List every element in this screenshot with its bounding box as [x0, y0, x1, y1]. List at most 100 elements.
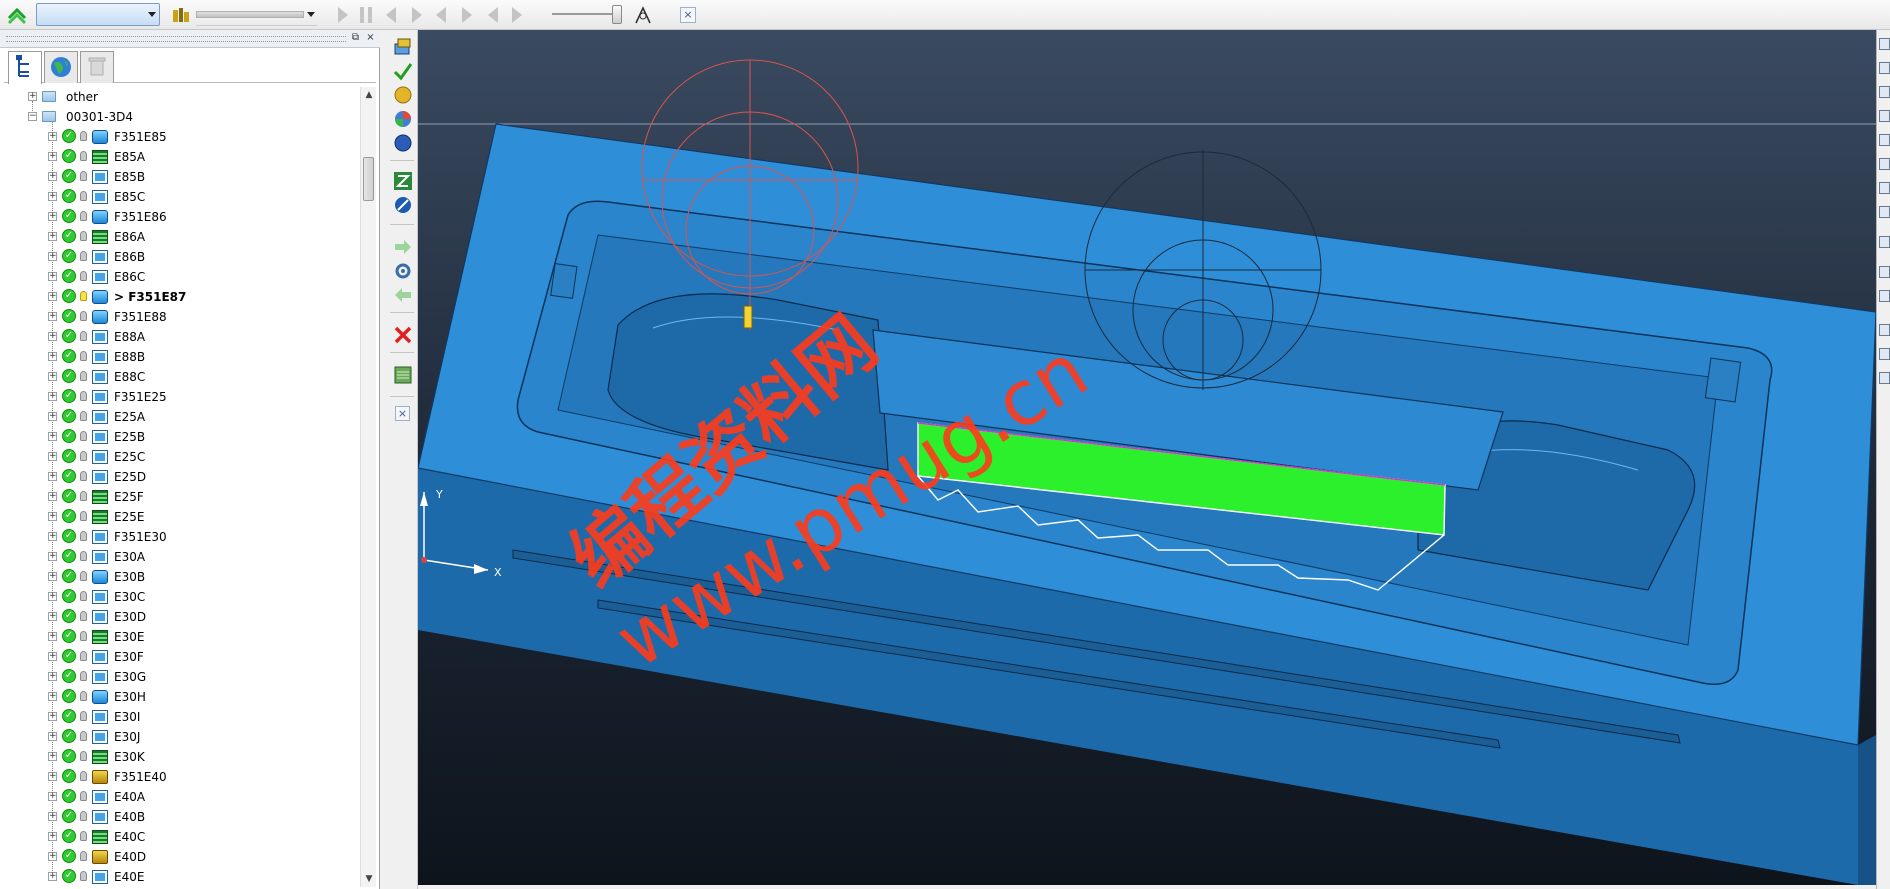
tree-row[interactable]: + ✓ E40D: [4, 847, 360, 867]
mold-scene[interactable]: Y X 编程资料网 www.pmug.cn: [418, 30, 1876, 885]
visibility-bulb-icon[interactable]: [80, 551, 87, 561]
tree-row[interactable]: + ✓ E40A: [4, 787, 360, 807]
tree-row[interactable]: + ✓ E85C: [4, 187, 360, 207]
panel-float-button[interactable]: ⧉: [349, 32, 362, 45]
visibility-bulb-icon[interactable]: [80, 571, 87, 581]
sphere-blue-icon[interactable]: [392, 132, 414, 154]
tree-row[interactable]: + ✓ F351E88: [4, 307, 360, 327]
graphics-viewport[interactable]: Y X 编程资料网 www.pmug.cn: [418, 30, 1876, 885]
visibility-bulb-icon[interactable]: [80, 311, 87, 321]
expand-toggle-icon[interactable]: +: [48, 652, 57, 661]
tree-row[interactable]: + ✓ E30I: [4, 707, 360, 727]
tree-row[interactable]: + ✓ E30C: [4, 587, 360, 607]
tab-recycle[interactable]: [80, 51, 114, 83]
visibility-bulb-icon[interactable]: [80, 771, 87, 781]
visibility-bulb-icon[interactable]: [80, 791, 87, 801]
expand-toggle-icon[interactable]: +: [48, 452, 57, 461]
sphere-gold-icon[interactable]: [392, 84, 414, 106]
tree-row[interactable]: + ✓ F351E30: [4, 527, 360, 547]
visibility-bulb-icon[interactable]: [80, 451, 87, 461]
tree-row[interactable]: + ✓ E86A: [4, 227, 360, 247]
visibility-bulb-icon[interactable]: [80, 811, 87, 821]
view-right-icon[interactable]: [1879, 110, 1890, 122]
expand-toggle-icon[interactable]: +: [48, 532, 57, 541]
list-icon[interactable]: [392, 364, 414, 386]
expand-toggle-icon[interactable]: +: [48, 672, 57, 681]
expand-toggle-icon[interactable]: +: [48, 312, 57, 321]
shade-icon[interactable]: [1879, 236, 1890, 248]
expand-toggle-icon[interactable]: +: [48, 712, 57, 721]
stock-icon[interactable]: [392, 36, 414, 58]
visibility-bulb-icon[interactable]: [80, 611, 87, 621]
tree-row[interactable]: + ✓ E86B: [4, 247, 360, 267]
tree-row[interactable]: + ✓ E40E: [4, 867, 360, 887]
zoom-fit-icon[interactable]: [1879, 206, 1890, 218]
visibility-bulb-icon[interactable]: [80, 831, 87, 841]
expand-toggle-icon[interactable]: +: [28, 92, 37, 101]
tree-row[interactable]: + ✓ E25C: [4, 447, 360, 467]
expand-toggle-icon[interactable]: +: [48, 152, 57, 161]
visibility-bulb-icon[interactable]: [80, 251, 87, 261]
tree-row[interactable]: + ✓ E30G: [4, 667, 360, 687]
simulation-select[interactable]: [196, 3, 318, 26]
tree-row[interactable]: + ✓ E88B: [4, 347, 360, 367]
arrow-right-icon[interactable]: [392, 236, 414, 258]
expand-toggle-icon[interactable]: +: [48, 692, 57, 701]
tree-row[interactable]: + ✓ E30H: [4, 687, 360, 707]
expand-toggle-icon[interactable]: +: [48, 392, 57, 401]
view-iso-icon[interactable]: [1879, 38, 1890, 50]
wireframe-icon[interactable]: [1879, 266, 1890, 278]
strip-close-button[interactable]: ×: [395, 406, 410, 421]
panel-grip[interactable]: [6, 36, 346, 42]
play-icon[interactable]: [338, 7, 348, 23]
tree-row[interactable]: + ✓ E25E: [4, 507, 360, 527]
grid-icon[interactable]: [1879, 290, 1890, 302]
z-height-icon[interactable]: [392, 170, 414, 192]
visibility-bulb-icon[interactable]: [80, 591, 87, 601]
tree-row[interactable]: + ✓ E30A: [4, 547, 360, 567]
scroll-up-icon[interactable]: ▲: [361, 87, 377, 103]
expand-toggle-icon[interactable]: +: [48, 192, 57, 201]
expand-toggle-icon[interactable]: +: [48, 552, 57, 561]
visibility-bulb-icon[interactable]: [80, 511, 87, 521]
expand-toggle-icon[interactable]: +: [48, 852, 57, 861]
visibility-bulb-icon[interactable]: [80, 231, 87, 241]
arrow-left-icon[interactable]: [392, 284, 414, 306]
section-icon[interactable]: [1879, 324, 1890, 336]
expand-toggle-icon[interactable]: +: [48, 292, 57, 301]
expand-toggle-icon[interactable]: +: [48, 232, 57, 241]
visibility-bulb-icon[interactable]: [80, 471, 87, 481]
visibility-bulb-icon[interactable]: [80, 131, 87, 141]
go-start-icon[interactable]: [488, 7, 498, 23]
tree-row[interactable]: + ✓ E30F: [4, 647, 360, 667]
visibility-bulb-icon[interactable]: [80, 751, 87, 761]
tree-row[interactable]: + ✓ F351E85: [4, 127, 360, 147]
expand-toggle-icon[interactable]: +: [48, 272, 57, 281]
expand-toggle-icon[interactable]: +: [48, 512, 57, 521]
tree-row[interactable]: + ✓ E88C: [4, 367, 360, 387]
tree-row[interactable]: + ✓ E85A: [4, 147, 360, 167]
expand-toggle-icon[interactable]: +: [48, 252, 57, 261]
visibility-bulb-icon[interactable]: [80, 711, 87, 721]
tree-row[interactable]: + ✓ F351E25: [4, 387, 360, 407]
visibility-bulb-icon[interactable]: [80, 271, 87, 281]
tree-row[interactable]: + ✓ E30E: [4, 627, 360, 647]
expand-toggle-icon[interactable]: +: [48, 212, 57, 221]
visibility-bulb-icon[interactable]: [80, 651, 87, 661]
expand-toggle-icon[interactable]: +: [48, 492, 57, 501]
pause-icon[interactable]: [360, 7, 372, 23]
tab-tree[interactable]: [8, 51, 42, 84]
gear-icon[interactable]: [392, 260, 414, 282]
scroll-thumb[interactable]: [363, 157, 374, 201]
visibility-bulb-icon[interactable]: [80, 351, 87, 361]
expand-toggle-icon[interactable]: +: [48, 472, 57, 481]
layers-icon[interactable]: [6, 4, 28, 26]
tree-row[interactable]: + ✓ E25A: [4, 407, 360, 427]
expand-toggle-icon[interactable]: +: [48, 832, 57, 841]
pan-icon[interactable]: [1879, 372, 1890, 384]
expand-toggle-icon[interactable]: +: [48, 412, 57, 421]
tree-row[interactable]: + ✓ E30D: [4, 607, 360, 627]
visibility-bulb-icon[interactable]: [80, 411, 87, 421]
toolpath-select[interactable]: [36, 3, 160, 26]
tree-row[interactable]: + ✓ > F351E87: [4, 287, 360, 307]
